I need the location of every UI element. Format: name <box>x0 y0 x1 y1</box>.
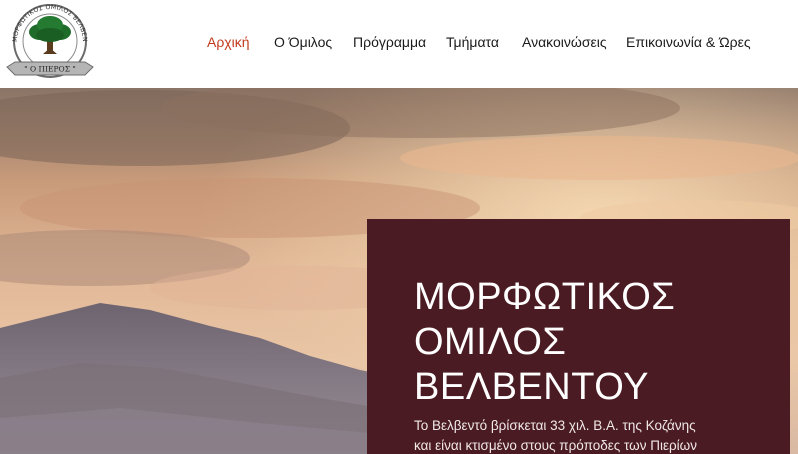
hero-info-panel: ΜΟΡΦΩΤΙΚΟΣ ΟΜΙΛΟΣ ΒΕΛΒΕΝΤΟΥ Το Βελβεντό … <box>367 219 790 454</box>
hero-title-line: ΜΟΡΦΩΤΙΚΟΣ <box>414 276 676 318</box>
nav-item-contact-hours[interactable]: Επικοινωνία & Ώρες <box>626 33 751 51</box>
hero-description: Το Βελβεντό βρίσκεται 33 χιλ. Β.Α. της Κ… <box>414 416 744 454</box>
nav-item-announcements[interactable]: Ανακοινώσεις <box>522 33 607 51</box>
site-header: ΜΟΡΦΩΤΙΚΟΣ ΟΜΙΛΟΣ ΒΕΛΒΕΝΤΟΥ " Ο ΠΙΕΡΟΣ "… <box>0 0 798 88</box>
hero-title-line: ΒΕΛΒΕΝΤΟΥ <box>414 366 649 408</box>
hero-section: ΜΟΡΦΩΤΙΚΟΣ ΟΜΙΛΟΣ ΒΕΛΒΕΝΤΟΥ Το Βελβεντό … <box>0 88 798 454</box>
nav-item-home[interactable]: Αρχική <box>207 33 250 51</box>
logo-banner-text: " Ο ΠΙΕΡΟΣ " <box>24 65 76 74</box>
nav-item-departments[interactable]: Τμήματα <box>446 33 499 51</box>
main-nav: Αρχική Ο Όμιλος Πρόγραμμα Τμήματα Ανακοι… <box>0 33 798 51</box>
hero-description-line: Το Βελβεντό βρίσκεται 33 χιλ. Β.Α. της Κ… <box>414 418 696 433</box>
hero-title-line: ΟΜΙΛΟΣ <box>414 321 567 363</box>
hero-description-line: και είναι κτισμένο στους πρόποδες των Πι… <box>414 438 697 453</box>
nav-item-about[interactable]: Ο Όμιλος <box>274 33 332 51</box>
hero-title: ΜΟΡΦΩΤΙΚΟΣ ΟΜΙΛΟΣ ΒΕΛΒΕΝΤΟΥ <box>414 275 774 410</box>
nav-item-program[interactable]: Πρόγραμμα <box>353 33 426 51</box>
